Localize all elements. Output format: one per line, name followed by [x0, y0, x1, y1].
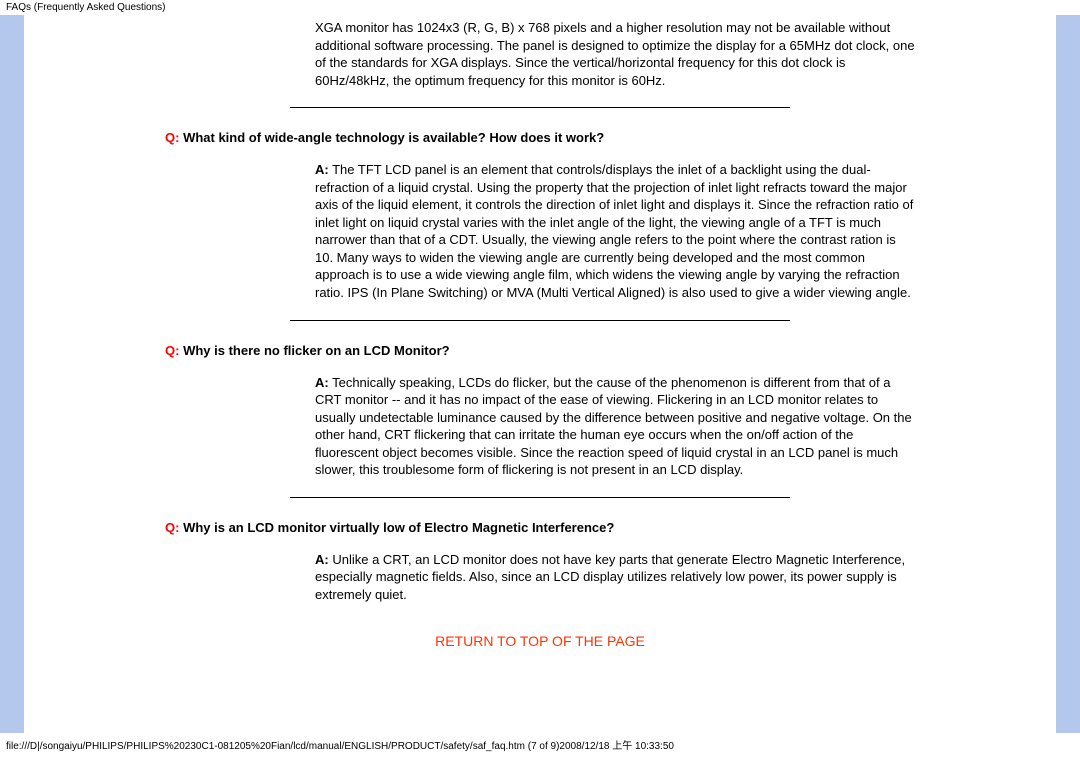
- faq-item: Q: What kind of wide-angle technology is…: [165, 130, 915, 301]
- q-label: Q:: [165, 130, 179, 145]
- faq-question: Q: Why is an LCD monitor virtually low o…: [165, 520, 915, 535]
- intro-paragraph: XGA monitor has 1024x3 (R, G, B) x 768 p…: [165, 19, 915, 89]
- a-label: A:: [315, 375, 329, 390]
- faq-answer: A: Unlike a CRT, an LCD monitor does not…: [165, 551, 915, 604]
- faq-question: Q: Why is there no flicker on an LCD Mon…: [165, 343, 915, 358]
- separator: [290, 497, 790, 498]
- separator: [290, 107, 790, 108]
- a-label: A:: [315, 162, 329, 177]
- q-label: Q:: [165, 520, 179, 535]
- footer-path: file:///D|/songaiyu/PHILIPS/PHILIPS%2023…: [0, 733, 1080, 756]
- page-body: XGA monitor has 1024x3 (R, G, B) x 768 p…: [24, 15, 1056, 733]
- answer-text: The TFT LCD panel is an element that con…: [315, 162, 913, 300]
- q-label: Q:: [165, 343, 179, 358]
- outer-frame: XGA monitor has 1024x3 (R, G, B) x 768 p…: [0, 15, 1080, 733]
- answer-text: Unlike a CRT, an LCD monitor does not ha…: [315, 552, 905, 602]
- content-column: XGA monitor has 1024x3 (R, G, B) x 768 p…: [165, 15, 915, 659]
- a-label: A:: [315, 552, 329, 567]
- question-text: Why is an LCD monitor virtually low of E…: [179, 520, 614, 535]
- question-text: Why is there no flicker on an LCD Monito…: [179, 343, 449, 358]
- faq-question: Q: What kind of wide-angle technology is…: [165, 130, 915, 145]
- question-text: What kind of wide-angle technology is av…: [179, 130, 604, 145]
- faq-answer: A: Technically speaking, LCDs do flicker…: [165, 374, 915, 479]
- return-to-top-link[interactable]: RETURN TO TOP OF THE PAGE: [165, 633, 915, 659]
- faq-answer: A: The TFT LCD panel is an element that …: [165, 161, 915, 301]
- faq-item: Q: Why is an LCD monitor virtually low o…: [165, 520, 915, 604]
- faq-item: Q: Why is there no flicker on an LCD Mon…: [165, 343, 915, 479]
- window-title: FAQs (Frequently Asked Questions): [0, 0, 1080, 15]
- answer-text: Technically speaking, LCDs do flicker, b…: [315, 375, 912, 478]
- separator: [290, 320, 790, 321]
